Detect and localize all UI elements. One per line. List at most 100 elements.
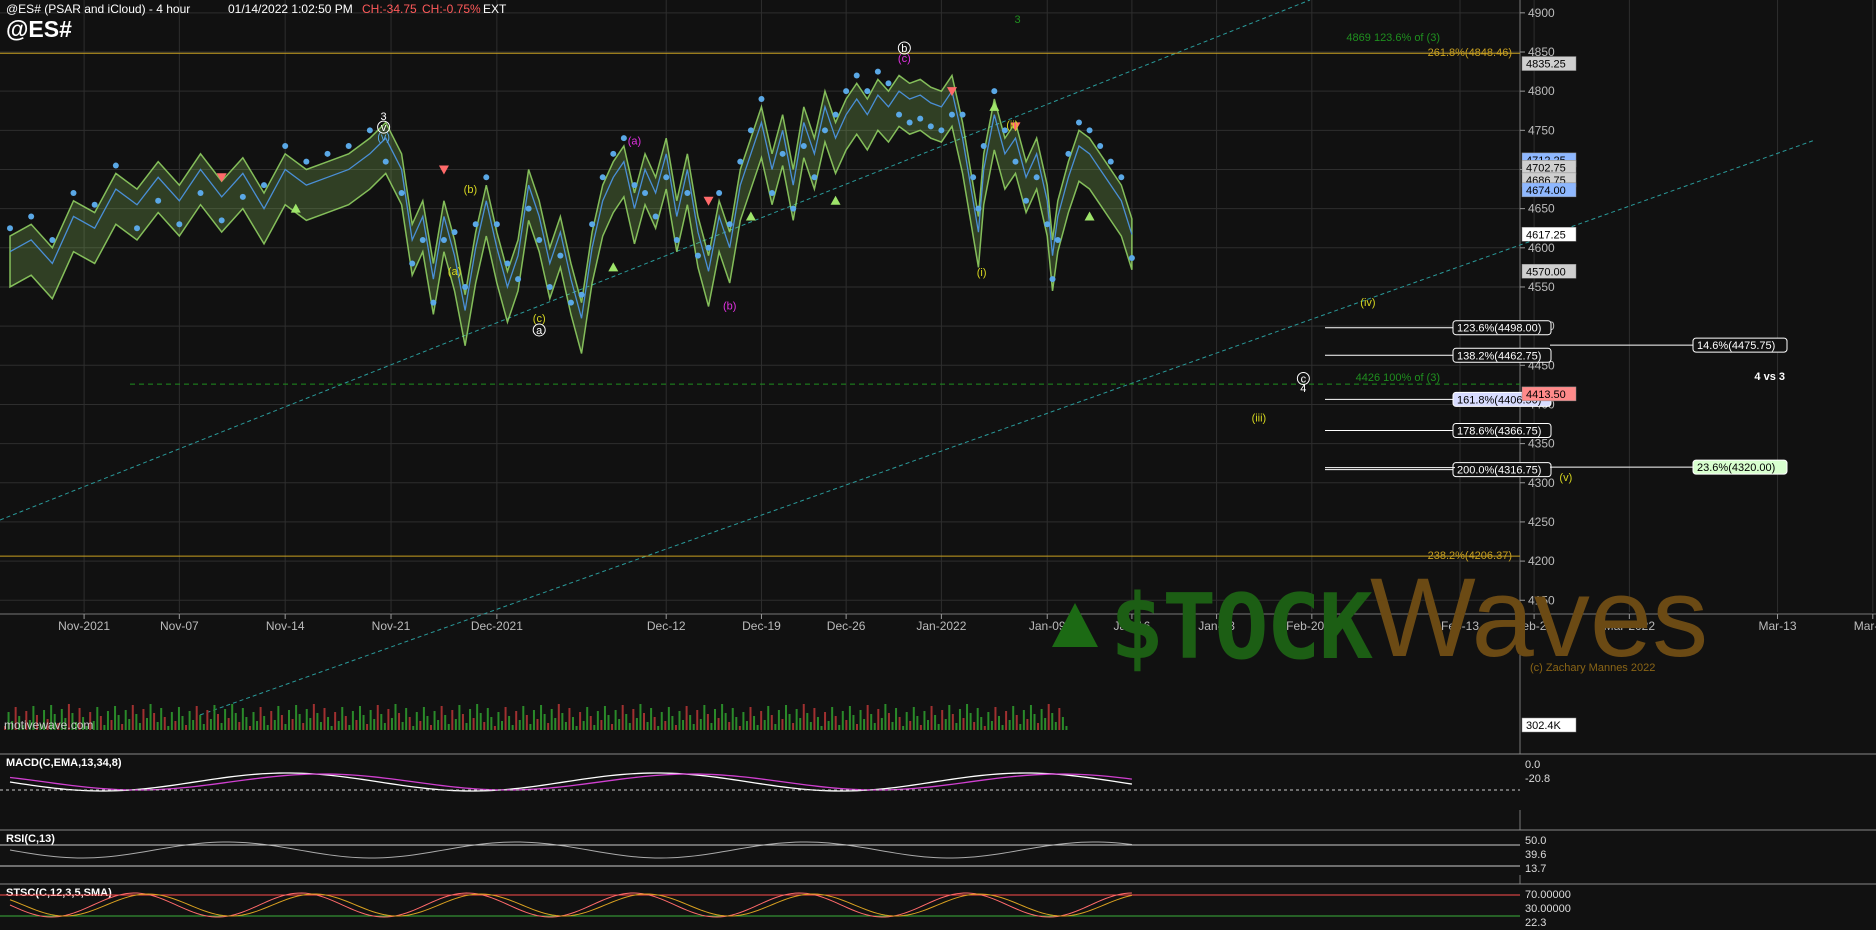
psar-dot bbox=[515, 276, 522, 283]
price-chart[interactable]: 4900485048004750470046504600455045004450… bbox=[0, 0, 1876, 930]
volume-bar bbox=[724, 713, 727, 730]
price-tag-label: 4570.00 bbox=[1526, 266, 1566, 278]
volume-bar bbox=[117, 715, 120, 730]
volume-bar bbox=[383, 723, 386, 730]
volume-bar bbox=[330, 726, 333, 730]
volume-bar bbox=[426, 716, 429, 730]
volume-bar bbox=[454, 719, 457, 730]
volume-bar bbox=[625, 714, 628, 730]
psar-dot bbox=[382, 158, 389, 165]
volume-bar bbox=[689, 715, 692, 730]
volume-bar bbox=[813, 708, 816, 730]
volume-bar bbox=[121, 724, 124, 730]
volume-bar bbox=[1058, 708, 1061, 730]
y-tick-label: 4250 bbox=[1528, 515, 1555, 529]
volume-bar bbox=[909, 721, 912, 730]
psar-dot bbox=[440, 236, 447, 243]
volume-bar bbox=[877, 709, 880, 730]
psar-dot bbox=[747, 127, 754, 134]
volume-bar bbox=[579, 712, 582, 730]
volume-bar bbox=[785, 705, 787, 730]
volume-bar bbox=[976, 708, 979, 730]
volume-bar bbox=[781, 719, 784, 730]
psar-dot bbox=[684, 189, 691, 196]
volume-bar bbox=[163, 717, 166, 730]
psar-dot bbox=[578, 291, 585, 298]
y-tick-label: 4300 bbox=[1528, 476, 1555, 490]
fib-label: 261.8%(4848.46) bbox=[1428, 47, 1512, 59]
watermark: motivewave.com bbox=[4, 718, 94, 732]
psar-dot bbox=[620, 135, 627, 142]
psar-dot bbox=[599, 174, 606, 181]
volume-bar bbox=[234, 713, 237, 730]
volume-bar bbox=[305, 709, 308, 730]
volume-bar bbox=[337, 721, 340, 730]
volume-bar bbox=[1029, 705, 1032, 730]
volume-bar bbox=[199, 715, 202, 730]
wave-label: a bbox=[536, 325, 543, 337]
psar-dot bbox=[906, 119, 913, 126]
volume-bar bbox=[444, 715, 447, 730]
wave-label: 3 bbox=[1015, 14, 1021, 26]
volume-bar bbox=[362, 715, 365, 730]
volume-bar bbox=[806, 713, 809, 730]
psar-dot bbox=[927, 123, 934, 130]
volume-bar bbox=[430, 725, 432, 730]
x-tick-label: Dec-2021 bbox=[471, 619, 523, 633]
psar-dot bbox=[567, 299, 574, 306]
volume-bar bbox=[359, 706, 361, 730]
volume-bar bbox=[369, 710, 372, 730]
volume-bar bbox=[1065, 726, 1068, 730]
price-tag-label: 4702.75 bbox=[1526, 162, 1566, 174]
volume-bar bbox=[753, 716, 756, 730]
volume-bar bbox=[227, 718, 230, 730]
psar-dot bbox=[483, 174, 490, 181]
volume-bar bbox=[302, 723, 305, 730]
psar-dot bbox=[980, 142, 987, 149]
volume-bar bbox=[589, 716, 592, 730]
psar-dot bbox=[1118, 174, 1125, 181]
psar-dot bbox=[737, 158, 744, 165]
volume-bar bbox=[110, 720, 113, 730]
volume-bar bbox=[887, 713, 890, 730]
indicator-axis-label: 0.0 bbox=[1525, 759, 1540, 771]
x-tick-label: Mar-20 bbox=[1854, 619, 1876, 633]
volume-bar bbox=[941, 710, 944, 730]
volume-bar bbox=[106, 711, 109, 730]
psar-dot bbox=[726, 221, 733, 228]
volume-bar bbox=[564, 722, 567, 730]
psar-dot bbox=[610, 150, 617, 157]
y-tick-label: 4550 bbox=[1528, 280, 1555, 294]
indicator-label: STSC(C,12,3,5,SMA) bbox=[6, 887, 112, 899]
volume-bar bbox=[792, 723, 795, 730]
volume-bar bbox=[277, 706, 280, 730]
volume-bar bbox=[501, 721, 503, 730]
volume-bar bbox=[1051, 713, 1054, 730]
volume-bar bbox=[192, 720, 195, 730]
change-value: CH:-34.75 bbox=[362, 2, 417, 16]
volume-bar bbox=[291, 719, 294, 730]
volume-bar bbox=[969, 713, 972, 730]
volume-bar bbox=[998, 716, 1000, 730]
volume-bar bbox=[618, 719, 621, 730]
volume-bar bbox=[529, 724, 532, 730]
volume-bar bbox=[678, 711, 681, 730]
volume-bar bbox=[770, 715, 773, 730]
volume-bar bbox=[1019, 724, 1022, 730]
y-tick-label: 4800 bbox=[1528, 84, 1555, 98]
psar-dot bbox=[1049, 276, 1056, 283]
wave-label: (i) bbox=[977, 267, 987, 279]
volume-bar bbox=[554, 718, 557, 730]
psar-dot bbox=[112, 162, 119, 169]
volume-bar bbox=[355, 720, 358, 730]
volume-bar bbox=[774, 724, 777, 730]
volume-bar bbox=[206, 710, 209, 730]
volume-bar bbox=[706, 714, 709, 730]
price-tag-label: 4413.50 bbox=[1526, 389, 1566, 401]
wave-label: (b) bbox=[723, 301, 736, 313]
psar-dot bbox=[811, 174, 818, 181]
psar-dot bbox=[1033, 174, 1040, 181]
volume-bar bbox=[919, 725, 922, 730]
volume-bar bbox=[344, 716, 347, 730]
psar-dot bbox=[938, 127, 945, 134]
